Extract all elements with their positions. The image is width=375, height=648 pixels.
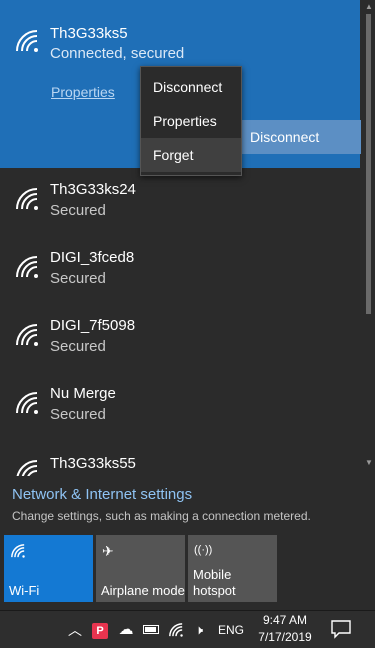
network-flyout: Th3G33ks5 Connected, secured Properties … [0, 0, 375, 610]
show-hidden-icons-chevron-icon[interactable]: ︿ [65, 611, 85, 648]
wifi-tray-icon[interactable] [166, 611, 186, 648]
scroll-down-arrow-icon[interactable]: ▼ [365, 458, 373, 467]
network-name: DIGI_3fced8 [50, 249, 135, 266]
wifi-signal-icon [14, 322, 40, 348]
airplane-mode-tile[interactable]: ✈ Airplane mode [96, 535, 185, 602]
properties-link[interactable]: Properties [51, 84, 115, 100]
mobile-hotspot-tile-label-line1: Mobile [193, 567, 232, 582]
wifi-signal-icon [14, 254, 40, 280]
wifi-signal-icon [14, 28, 40, 54]
scroll-up-arrow-icon[interactable]: ▲ [365, 2, 373, 11]
volume-icon[interactable]: 🕨 [188, 611, 210, 648]
network-name: Th3G33ks55 [50, 455, 136, 472]
network-status: Secured [50, 338, 106, 355]
wifi-tile[interactable]: Wi-Fi [4, 535, 93, 602]
network-name: DIGI_7f5098 [50, 317, 136, 334]
wifi-tile-label: Wi-Fi [9, 583, 40, 598]
network-settings-description: Change settings, such as making a connec… [12, 509, 311, 523]
scrollbar[interactable]: ▲ ▼ [362, 0, 375, 476]
context-menu-properties[interactable]: Properties [141, 104, 241, 138]
network-item[interactable]: DIGI_3fced8 Secured [0, 238, 360, 306]
wifi-signal-icon [14, 458, 40, 476]
network-name: Nu Merge [50, 385, 116, 402]
disconnect-button[interactable]: Disconnect [240, 120, 361, 154]
clock-date: 7/17/2019 [258, 630, 312, 644]
wifi-icon [10, 543, 26, 562]
network-name: Th3G33ks24 [50, 181, 136, 198]
network-name: Th3G33ks5 [50, 25, 128, 42]
app-tray-icon[interactable]: P [90, 611, 110, 648]
network-status: Secured [50, 202, 106, 219]
clock[interactable]: 9:47 AM 7/17/2019 [252, 612, 318, 646]
mobile-hotspot-tile-label-line2: hotspot [193, 583, 236, 598]
context-menu: Disconnect Properties Forget [140, 66, 242, 176]
clock-time: 9:47 AM [262, 613, 308, 627]
network-status: Secured [50, 270, 106, 287]
cloud-sync-icon[interactable]: ☁ [115, 611, 137, 648]
airplane-mode-tile-label: Airplane mode [101, 583, 185, 598]
context-menu-forget[interactable]: Forget [141, 138, 241, 172]
network-item[interactable]: DIGI_7f5098 Secured [0, 306, 360, 374]
action-center-icon[interactable] [330, 619, 352, 639]
network-item[interactable]: Th3G33ks24 Secured [0, 170, 360, 238]
battery-icon[interactable] [140, 611, 162, 648]
hotspot-icon: ((·)) [194, 544, 213, 556]
scroll-thumb[interactable] [366, 14, 371, 314]
network-item[interactable]: Nu Merge Secured [0, 374, 360, 442]
airplane-icon: ✈ [102, 543, 114, 559]
wifi-signal-icon [14, 390, 40, 416]
network-status: Connected, secured [50, 45, 185, 62]
network-item[interactable]: Th3G33ks55 [0, 442, 360, 476]
wifi-signal-icon [14, 186, 40, 212]
mobile-hotspot-tile[interactable]: ((·)) Mobile hotspot [188, 535, 277, 602]
taskbar: ︿ P ☁ 🕨 ENG 9:47 AM 7/17/2019 [0, 610, 375, 648]
language-indicator[interactable]: ENG [216, 611, 246, 648]
network-settings-link[interactable]: Network & Internet settings [12, 486, 192, 503]
context-menu-disconnect[interactable]: Disconnect [141, 70, 241, 104]
network-status: Secured [50, 406, 106, 423]
